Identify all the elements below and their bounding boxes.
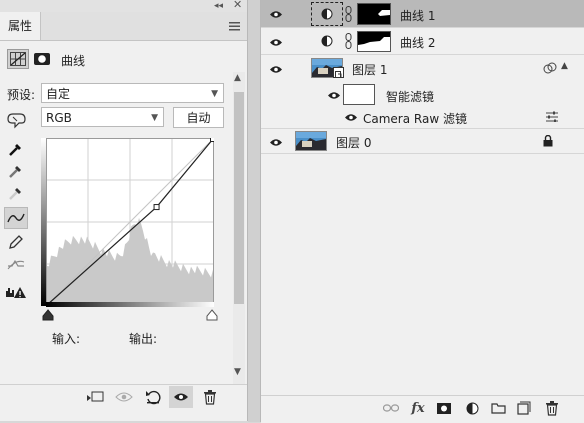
panel-menu-icon[interactable] xyxy=(229,20,240,31)
smart-filters-label[interactable]: 智能滤镜 xyxy=(386,88,434,105)
scrollbar-thumb[interactable] xyxy=(234,92,244,304)
eye-icon[interactable] xyxy=(268,37,284,47)
link-layers-icon[interactable] xyxy=(382,399,400,417)
white-point-slider[interactable] xyxy=(205,309,219,321)
curve-graph[interactable] xyxy=(46,138,214,306)
auto-button[interactable]: 自动 xyxy=(173,107,224,128)
preset-select[interactable]: 自定 ▼ xyxy=(41,83,224,103)
eye-icon[interactable] xyxy=(343,112,359,122)
visibility-eye-icon[interactable] xyxy=(169,386,193,408)
layer-name-layer-0[interactable]: 图层 0 xyxy=(336,134,371,151)
preset-label: 预设: xyxy=(7,88,36,102)
layer-mask-thumbnail[interactable] xyxy=(357,3,391,25)
filter-blending-options-icon[interactable] xyxy=(545,111,559,125)
clipping-warning-icon[interactable] xyxy=(4,281,28,303)
smart-filter-options-icon[interactable] xyxy=(543,61,557,78)
clip-to-layer-icon[interactable] xyxy=(84,386,106,408)
layer-name-curves-1[interactable]: 曲线 1 xyxy=(400,7,435,24)
layer-name-layer-1[interactable]: 图层 1 xyxy=(352,61,387,78)
delete-layer-trash-icon[interactable] xyxy=(543,399,561,417)
layer-thumbnail[interactable] xyxy=(295,131,327,151)
layer-mask-icon[interactable] xyxy=(31,49,53,69)
input-label: 输入: xyxy=(52,332,81,346)
preset-value: 自定 xyxy=(46,87,71,101)
output-label: 输出: xyxy=(129,332,158,346)
black-point-eyedropper-icon[interactable] xyxy=(4,138,28,160)
delete-trash-icon[interactable] xyxy=(199,386,221,408)
eye-icon[interactable] xyxy=(326,90,342,100)
pencil-icon[interactable] xyxy=(4,231,28,253)
white-point-eyedropper-icon[interactable] xyxy=(4,182,28,204)
fx-icon[interactable]: fx xyxy=(409,399,427,417)
adjustment-icon xyxy=(321,8,333,20)
adjustment-thumb-selected[interactable] xyxy=(311,2,343,26)
chevron-down-icon: ▼ xyxy=(151,113,158,123)
layer-row-layer-1[interactable] xyxy=(261,55,584,82)
smart-filter-mask-thumbnail[interactable] xyxy=(343,84,375,105)
collapse-icon[interactable]: ◂◂ xyxy=(214,0,223,12)
tab-properties[interactable]: 属性 xyxy=(0,12,41,40)
link-icon[interactable] xyxy=(345,33,352,52)
curve-point-tool-icon[interactable] xyxy=(4,207,28,229)
adjustment-icon[interactable] xyxy=(321,35,333,50)
curve-control-point[interactable] xyxy=(210,138,215,142)
curves-adjustment-icon[interactable] xyxy=(7,49,29,69)
input-gradient-bar xyxy=(41,138,46,306)
filter-name-camera-raw[interactable]: Camera Raw 滤镜 xyxy=(363,110,467,127)
scroll-up-arrow[interactable]: ▲ xyxy=(234,73,241,83)
curve-control-point[interactable] xyxy=(153,204,160,211)
channel-value: RGB xyxy=(46,111,72,125)
channel-select[interactable]: RGB ▼ xyxy=(41,107,164,127)
collapse-arrow-icon[interactable]: ▲ xyxy=(561,61,568,71)
eye-icon[interactable] xyxy=(268,64,284,74)
layer-name-curves-2[interactable]: 曲线 2 xyxy=(400,34,435,51)
lock-icon xyxy=(543,134,553,150)
new-group-icon[interactable] xyxy=(489,399,507,417)
add-mask-icon[interactable] xyxy=(435,399,453,417)
smart-object-badge-icon xyxy=(333,67,344,78)
link-icon[interactable] xyxy=(345,6,352,25)
reset-icon[interactable] xyxy=(142,386,164,408)
new-layer-icon[interactable] xyxy=(515,399,533,417)
eye-icon[interactable] xyxy=(268,9,284,19)
scroll-down-arrow[interactable]: ▼ xyxy=(234,367,241,377)
gray-point-eyedropper-icon[interactable] xyxy=(4,160,28,182)
properties-topbar: ◂◂ ✕ xyxy=(0,0,247,12)
smooth-icon[interactable] xyxy=(4,253,28,275)
close-panel-icon[interactable]: ✕ xyxy=(233,0,242,11)
view-previous-icon[interactable] xyxy=(113,386,135,408)
eye-icon[interactable] xyxy=(268,137,284,147)
output-gradient-bar xyxy=(46,302,214,307)
target-adjust-icon[interactable] xyxy=(5,110,27,130)
black-point-slider[interactable] xyxy=(41,309,55,321)
new-adjustment-layer-icon[interactable] xyxy=(463,399,481,417)
panel-type-label: 曲线 xyxy=(61,54,86,68)
chevron-down-icon: ▼ xyxy=(211,89,218,99)
panel-gap xyxy=(248,0,260,422)
layer-mask-thumbnail[interactable] xyxy=(357,31,391,52)
